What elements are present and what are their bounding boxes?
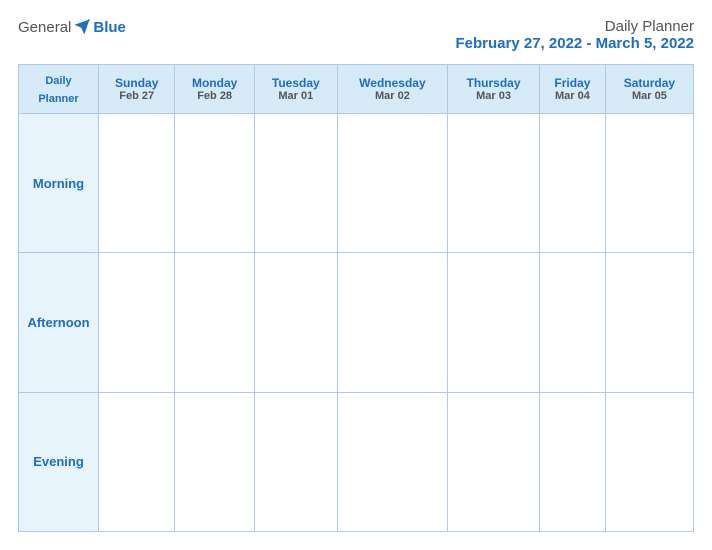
- logo-area: General Blue: [18, 18, 126, 36]
- evening-tuesday[interactable]: [254, 392, 337, 531]
- evening-wednesday[interactable]: [337, 392, 447, 531]
- morning-label: Morning: [19, 114, 99, 253]
- evening-thursday[interactable]: [448, 392, 540, 531]
- calendar-table: Daily Planner Sunday Feb 27 Monday Feb 2…: [18, 64, 694, 532]
- header-sunday: Sunday Feb 27: [99, 65, 175, 114]
- logo: General Blue: [18, 18, 126, 36]
- evening-monday[interactable]: [175, 392, 254, 531]
- evening-sunday[interactable]: [99, 392, 175, 531]
- logo-bird-icon: [73, 18, 91, 36]
- title-date-range: February 27, 2022 - March 5, 2022: [456, 35, 694, 52]
- morning-friday[interactable]: [540, 114, 606, 253]
- evening-friday[interactable]: [540, 392, 606, 531]
- morning-row: Morning: [19, 114, 694, 253]
- evening-row: Evening: [19, 392, 694, 531]
- afternoon-wednesday[interactable]: [337, 253, 447, 392]
- header-thursday: Thursday Mar 03: [448, 65, 540, 114]
- afternoon-monday[interactable]: [175, 253, 254, 392]
- page: General Blue Daily Planner February 27, …: [0, 0, 712, 550]
- header-friday: Friday Mar 04: [540, 65, 606, 114]
- afternoon-sunday[interactable]: [99, 253, 175, 392]
- morning-monday[interactable]: [175, 114, 254, 253]
- header-tuesday: Tuesday Mar 01: [254, 65, 337, 114]
- header: General Blue Daily Planner February 27, …: [18, 18, 694, 52]
- morning-saturday[interactable]: [605, 114, 693, 253]
- morning-wednesday[interactable]: [337, 114, 447, 253]
- morning-sunday[interactable]: [99, 114, 175, 253]
- afternoon-thursday[interactable]: [448, 253, 540, 392]
- evening-saturday[interactable]: [605, 392, 693, 531]
- afternoon-saturday[interactable]: [605, 253, 693, 392]
- morning-thursday[interactable]: [448, 114, 540, 253]
- logo-blue-text: Blue: [93, 19, 126, 36]
- header-daily-planner: Daily Planner: [19, 65, 99, 114]
- header-row: Daily Planner Sunday Feb 27 Monday Feb 2…: [19, 65, 694, 114]
- evening-label: Evening: [19, 392, 99, 531]
- header-wednesday: Wednesday Mar 02: [337, 65, 447, 114]
- morning-tuesday[interactable]: [254, 114, 337, 253]
- afternoon-tuesday[interactable]: [254, 253, 337, 392]
- header-saturday: Saturday Mar 05: [605, 65, 693, 114]
- afternoon-friday[interactable]: [540, 253, 606, 392]
- title-main: Daily Planner: [456, 18, 694, 35]
- afternoon-row: Afternoon: [19, 253, 694, 392]
- afternoon-label: Afternoon: [19, 253, 99, 392]
- header-monday: Monday Feb 28: [175, 65, 254, 114]
- title-area: Daily Planner February 27, 2022 - March …: [456, 18, 694, 52]
- logo-general-text: General: [18, 19, 71, 36]
